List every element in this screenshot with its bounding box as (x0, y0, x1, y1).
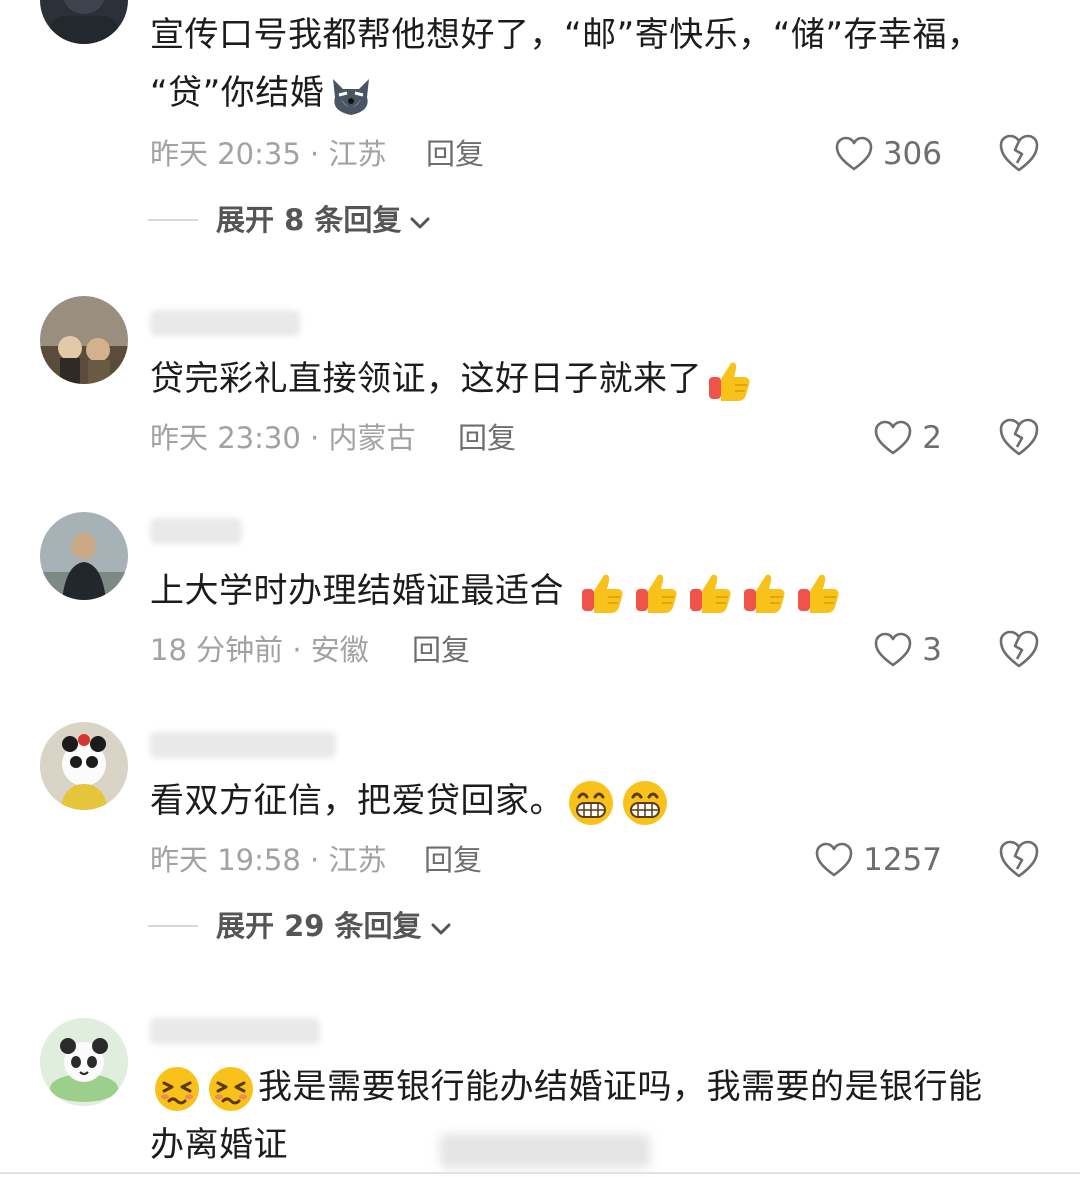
avatar[interactable] (40, 722, 128, 810)
comment-text-segment: “贷”你结婚 (150, 73, 325, 113)
comment-text: 上大学时办理结婚证最适合 (150, 562, 1030, 620)
like-button[interactable]: 306 (835, 136, 942, 172)
chevron-down-icon (401, 202, 431, 238)
reply-button[interactable]: 回复 (424, 842, 482, 878)
heart-outline-icon (874, 420, 912, 456)
like-count: 2 (922, 420, 942, 456)
like-count: 3 (922, 632, 942, 668)
reply-button[interactable]: 回复 (458, 420, 516, 456)
divider (148, 219, 198, 221)
dislike-button[interactable] (998, 133, 1040, 173)
comment-text-segment: 上大学时办理结婚证最适合 (150, 571, 564, 611)
username-blurred (150, 1018, 320, 1044)
broken-heart-icon (998, 629, 1040, 669)
expand-replies-button[interactable]: 展开 29 条回复 (148, 908, 452, 944)
comment-time-location: 18 分钟前 · 安徽 (150, 633, 369, 667)
persevering-face-emoji (153, 1065, 201, 1113)
broken-heart-icon (998, 839, 1040, 879)
broken-heart-icon (998, 133, 1040, 173)
thumbs-up-emoji-group (564, 571, 845, 613)
username-blurred (150, 310, 300, 336)
comment-text-line: 我是需要银行能办结婚证吗，我需要的是银行能 (150, 1058, 1030, 1116)
like-count: 1257 (863, 842, 942, 878)
avatar[interactable] (40, 512, 128, 600)
watermark-blurred (440, 1134, 650, 1168)
comment-text-line-2: “贷”你结婚 (150, 64, 1030, 122)
comment-text: 贷完彩礼直接领证，这好日子就来了 (150, 350, 1030, 408)
like-button[interactable]: 1257 (815, 842, 942, 878)
avatar[interactable] (40, 296, 128, 384)
like-count: 306 (882, 136, 942, 172)
thumbs-up-emoji (686, 569, 734, 617)
comment-item: 宣传口号我都帮他想好了，“邮”寄快乐，“储”存幸福， “贷”你结婚 昨天 20:… (0, 0, 1080, 260)
avatar[interactable] (40, 1018, 128, 1106)
grinning-face-emoji (621, 779, 669, 827)
dislike-button[interactable] (998, 629, 1040, 669)
username-blurred (150, 518, 242, 544)
thumbs-up-emoji (632, 569, 680, 617)
broken-heart-icon (998, 417, 1040, 457)
dislike-button[interactable] (998, 839, 1040, 879)
reply-button[interactable]: 回复 (426, 136, 484, 172)
chevron-down-icon (422, 908, 452, 944)
comment-text: 看双方征信，把爱贷回家。 (150, 772, 1030, 830)
comment-text-line: 宣传口号我都帮他想好了，“邮”寄快乐，“储”存幸福， (150, 15, 982, 55)
divider (148, 925, 198, 927)
comment-item: 看双方征信，把爱贷回家。 昨天 19:58 · 江苏 回复 1257 展开 29… (0, 722, 1080, 962)
heart-outline-icon (835, 136, 873, 172)
comment-time-location: 昨天 23:30 · 内蒙古 (150, 421, 416, 455)
username-blurred (150, 732, 336, 758)
expand-replies-button[interactable]: 展开 8 条回复 (148, 202, 431, 238)
persevering-face-emoji (207, 1065, 255, 1113)
avatar[interactable] (40, 0, 128, 44)
comment-time-location: 昨天 19:58 · 江苏 (150, 843, 387, 877)
comment-text-segment: 我是需要银行能办结婚证吗，我需要的是银行能 (258, 1067, 983, 1107)
expand-replies-label: 展开 8 条回复 (216, 203, 402, 237)
comment-text: 宣传口号我都帮他想好了，“邮”寄快乐，“储”存幸福， “贷”你结婚 (150, 6, 1030, 122)
reply-button[interactable]: 回复 (412, 632, 470, 668)
thumbs-up-emoji (705, 357, 753, 405)
grinning-face-emoji (567, 779, 615, 827)
thumbs-up-emoji (740, 569, 788, 617)
expand-replies-label: 展开 29 条回复 (216, 909, 422, 943)
grinning-face-emoji-group (564, 780, 672, 825)
dislike-button[interactable] (998, 417, 1040, 457)
thumbs-up-emoji (578, 569, 626, 617)
heart-outline-icon (874, 632, 912, 668)
like-button[interactable]: 3 (874, 632, 942, 668)
comment-text-segment: 贷完彩礼直接领证，这好日子就来了 (150, 359, 702, 399)
comment-item: 上大学时办理结婚证最适合 18 分钟前 · 安徽 回复 3 (0, 512, 1080, 702)
like-button[interactable]: 2 (874, 420, 942, 456)
heart-outline-icon (815, 842, 853, 878)
divider (0, 1172, 1080, 1174)
comment-time-location: 昨天 20:35 · 江苏 (150, 137, 387, 171)
wolf-face-emoji (327, 71, 375, 119)
persevering-face-emoji-group (150, 1066, 258, 1111)
thumbs-up-emoji (794, 569, 842, 617)
comment-text-segment: 看双方征信，把爱贷回家。 (150, 781, 564, 821)
comment-item: 贷完彩礼直接领证，这好日子就来了 昨天 23:30 · 内蒙古 回复 2 (0, 296, 1080, 496)
